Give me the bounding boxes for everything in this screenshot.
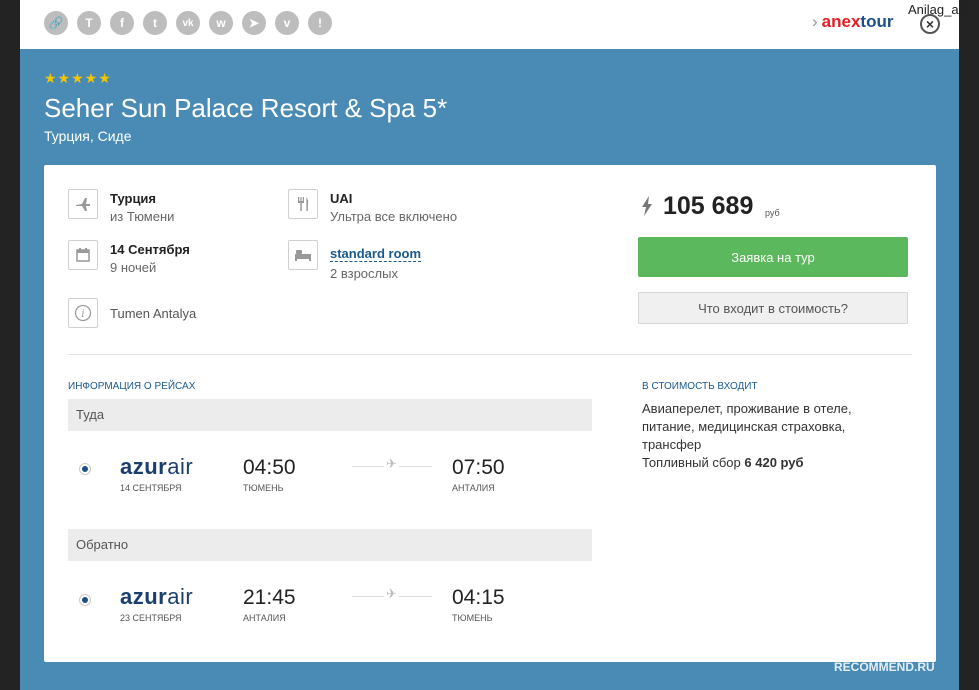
twitter-icon[interactable]: t — [143, 11, 167, 35]
return-arrival-city: Тюмень — [452, 613, 493, 623]
hotel-title: Seher Sun Palace Resort & Spa 5* — [44, 93, 448, 123]
included-line-1: Авиаперелет, проживание в отеле, — [642, 401, 852, 416]
room-guests: 2 взрослых — [330, 266, 398, 281]
plane-icon — [68, 189, 98, 219]
t-icon[interactable]: T — [77, 11, 101, 35]
meal-code: UAI — [330, 191, 353, 206]
flights-heading: Информация о рейсах — [68, 381, 196, 392]
info-icon: i — [68, 298, 98, 328]
room-type-link[interactable]: standard room — [330, 245, 422, 263]
included-heading: В стоимость входит — [642, 381, 758, 392]
logo-text-tour: tour — [860, 12, 894, 31]
included-line-2: питание, медицинская страховка, — [642, 419, 846, 434]
return-date: 23 сентября — [120, 613, 182, 623]
destination-country: Турция — [110, 191, 157, 206]
anextour-logo[interactable]: › anextour — [812, 12, 893, 32]
route-plane-icon: ✈ — [384, 586, 399, 602]
fuel-surcharge-value: 6 420 руб — [744, 455, 804, 470]
bed-icon — [288, 240, 318, 270]
report-icon[interactable]: ! — [308, 11, 332, 35]
hotel-location: Турция, Сиде — [44, 128, 132, 144]
tour-nights: 9 ночей — [110, 260, 157, 275]
price-currency: руб — [765, 208, 780, 218]
hotel-stars: ★★★★★ — [44, 70, 112, 86]
meal-description: Ультра все включено — [330, 209, 458, 224]
outbound-arrival-city: Анталия — [452, 483, 495, 493]
return-departure-time: 21:45 — [243, 586, 296, 609]
fuel-surcharge-label: Топливный сбор — [642, 455, 741, 470]
tour-info: Tumen Antalya — [110, 306, 197, 321]
fuel-surcharge: Топливный сбор 6 420 руб — [642, 454, 804, 472]
link-icon[interactable]: 🔗 — [44, 11, 68, 35]
username: Anilag_ani — [908, 2, 969, 17]
route-plane-icon: ✈ — [384, 456, 399, 472]
tour-price: 105 689 — [663, 192, 754, 220]
calendar-icon — [68, 240, 98, 270]
airline-logo-bold: azur — [120, 454, 168, 479]
logo-text-anex: anex — [821, 12, 861, 31]
viber-icon[interactable]: v — [275, 11, 299, 35]
outbound-departure-time: 04:50 — [243, 456, 296, 479]
outbound-flight-radio[interactable] — [79, 463, 91, 475]
room-type-label: standard room — [330, 246, 422, 262]
fork-knife-icon — [288, 189, 318, 219]
return-arrival-time: 04:15 — [452, 586, 505, 609]
airline-logo-light: air — [167, 584, 194, 609]
airline-logo: azurair — [120, 584, 193, 610]
return-flight-radio[interactable] — [79, 594, 91, 606]
radio-dot — [82, 597, 88, 603]
outbound-section-header: Туда — [68, 399, 592, 431]
return-departure-city: Анталия — [243, 613, 286, 623]
whats-included-button[interactable]: Что входит в стоимость? — [638, 292, 908, 324]
departure-city: из Тюмени — [110, 209, 175, 224]
close-icon[interactable]: × — [920, 14, 940, 34]
facebook-icon[interactable]: f — [110, 11, 134, 35]
airline-logo-light: air — [167, 454, 194, 479]
svg-text:i: i — [81, 309, 84, 320]
chevron-right-icon: › — [812, 12, 818, 31]
outbound-departure-city: Тюмень — [243, 483, 284, 493]
lightning-icon — [641, 196, 653, 221]
radio-dot — [82, 466, 88, 472]
whatsapp-icon[interactable]: w — [209, 11, 233, 35]
telegram-icon[interactable]: ➤ — [242, 11, 266, 35]
tour-date: 14 Сентября — [110, 242, 190, 257]
watermark: RECOMMEND.RU — [834, 660, 935, 674]
section-divider — [68, 354, 912, 355]
airline-logo-bold: azur — [120, 584, 168, 609]
airline-logo: azurair — [120, 454, 193, 480]
vk-icon[interactable]: vk — [176, 11, 200, 35]
included-line-3: трансфер — [642, 437, 702, 452]
outbound-date: 14 сентября — [120, 483, 182, 493]
return-section-header: Обратно — [68, 529, 592, 561]
order-tour-button[interactable]: Заявка на тур — [638, 237, 908, 277]
outbound-arrival-time: 07:50 — [452, 456, 505, 479]
